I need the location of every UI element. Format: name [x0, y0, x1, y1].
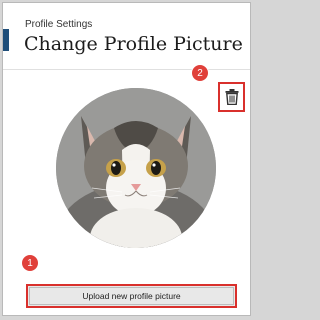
profile-settings-panel: Profile Settings Change Profile Picture: [2, 2, 251, 316]
breadcrumb[interactable]: Profile Settings: [25, 19, 92, 30]
callout-badge-1: 1: [22, 255, 38, 271]
upload-picture-button[interactable]: Upload new profile picture: [26, 284, 237, 308]
callout-badge-2: 2: [192, 65, 208, 81]
profile-picture: [56, 88, 216, 248]
side-nav-tab[interactable]: [3, 29, 9, 51]
trash-icon: [225, 89, 238, 105]
page-title: Change Profile Picture: [24, 33, 243, 55]
upload-button-label: Upload new profile picture: [82, 291, 181, 301]
delete-picture-button[interactable]: [218, 82, 245, 112]
cat-image: [56, 88, 216, 248]
header-divider: [3, 69, 250, 70]
